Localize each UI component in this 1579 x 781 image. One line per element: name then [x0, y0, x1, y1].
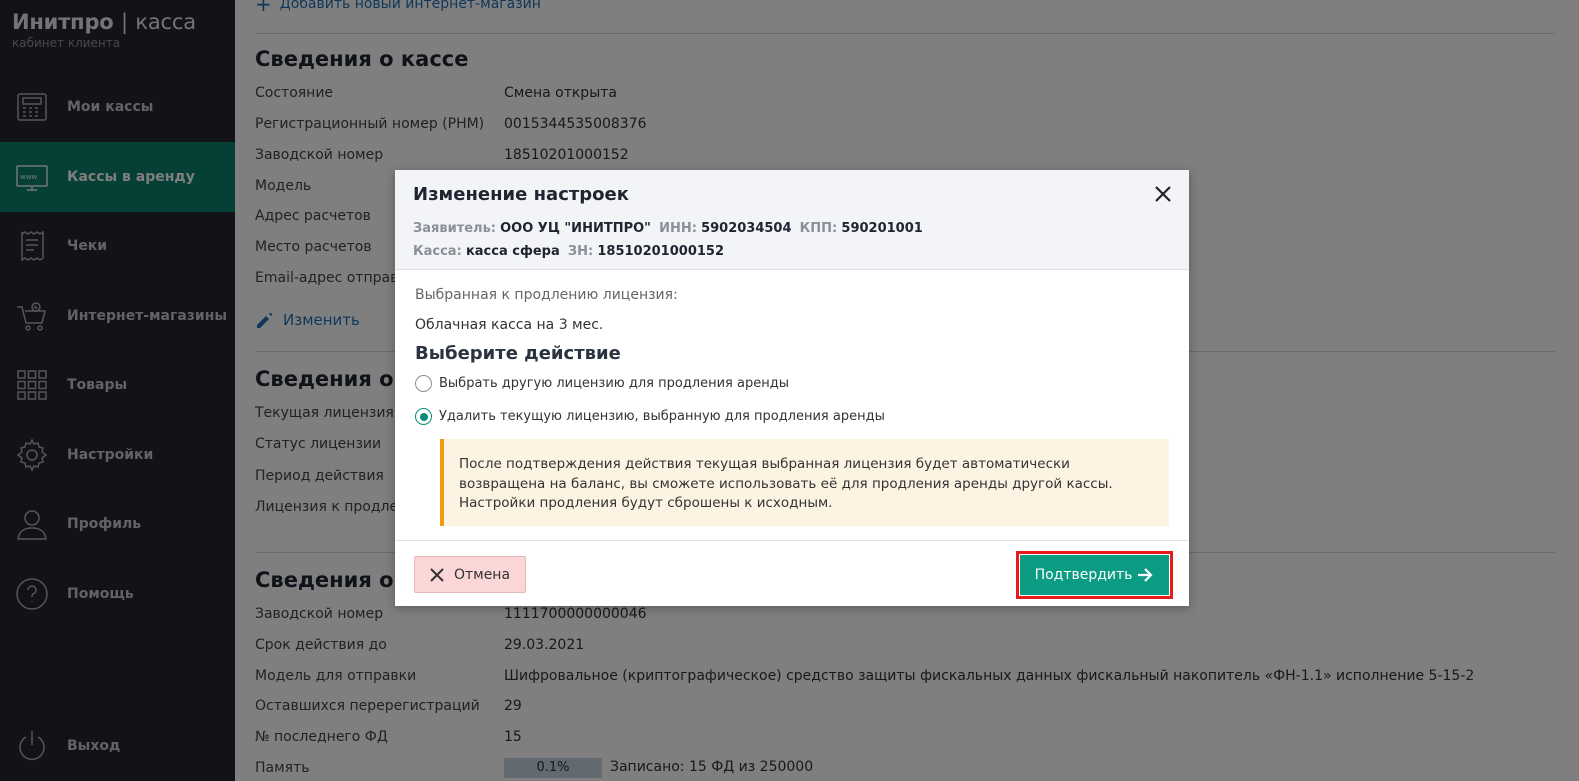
modal-body: Выбранная к продлению лицензия: Облачная…: [395, 270, 1189, 541]
close-icon: [430, 567, 444, 582]
modal-footer: Отмена Подтвердить: [395, 541, 1189, 605]
modal-title: Изменение настроек: [413, 184, 629, 205]
cancel-button[interactable]: Отмена: [414, 556, 526, 593]
choose-action-title: Выберите действие: [415, 343, 621, 364]
modal-meta: Заявитель: ООО УЦ "ИНИТПРО" ИНН: 5902034…: [413, 217, 1171, 263]
warning-notice: После подтверждения действия текущая выб…: [440, 439, 1169, 526]
confirm-button[interactable]: Подтвердить: [1020, 555, 1169, 595]
kassa-line: Касса: касса сфера ЗН: 18510201000152: [413, 244, 724, 259]
option-choose-other-license[interactable]: Выбрать другую лицензию для продления ар…: [415, 375, 789, 392]
selected-license-label: Выбранная к продлению лицензия:: [415, 287, 678, 303]
radio-button-checked[interactable]: [415, 408, 432, 425]
close-icon[interactable]: [1152, 183, 1174, 205]
arrow-right-icon: [1138, 568, 1153, 582]
settings-change-modal: Изменение настроек Заявитель: ООО УЦ "ИН…: [395, 170, 1189, 606]
selected-license-value: Облачная касса на 3 мес.: [415, 317, 604, 333]
radio-button[interactable]: [415, 375, 432, 392]
modal-header: Изменение настроек Заявитель: ООО УЦ "ИН…: [395, 170, 1189, 270]
option-delete-current-license[interactable]: Удалить текущую лицензию, выбранную для …: [415, 408, 885, 425]
applicant-line: Заявитель: ООО УЦ "ИНИТПРО" ИНН: 5902034…: [413, 221, 923, 236]
